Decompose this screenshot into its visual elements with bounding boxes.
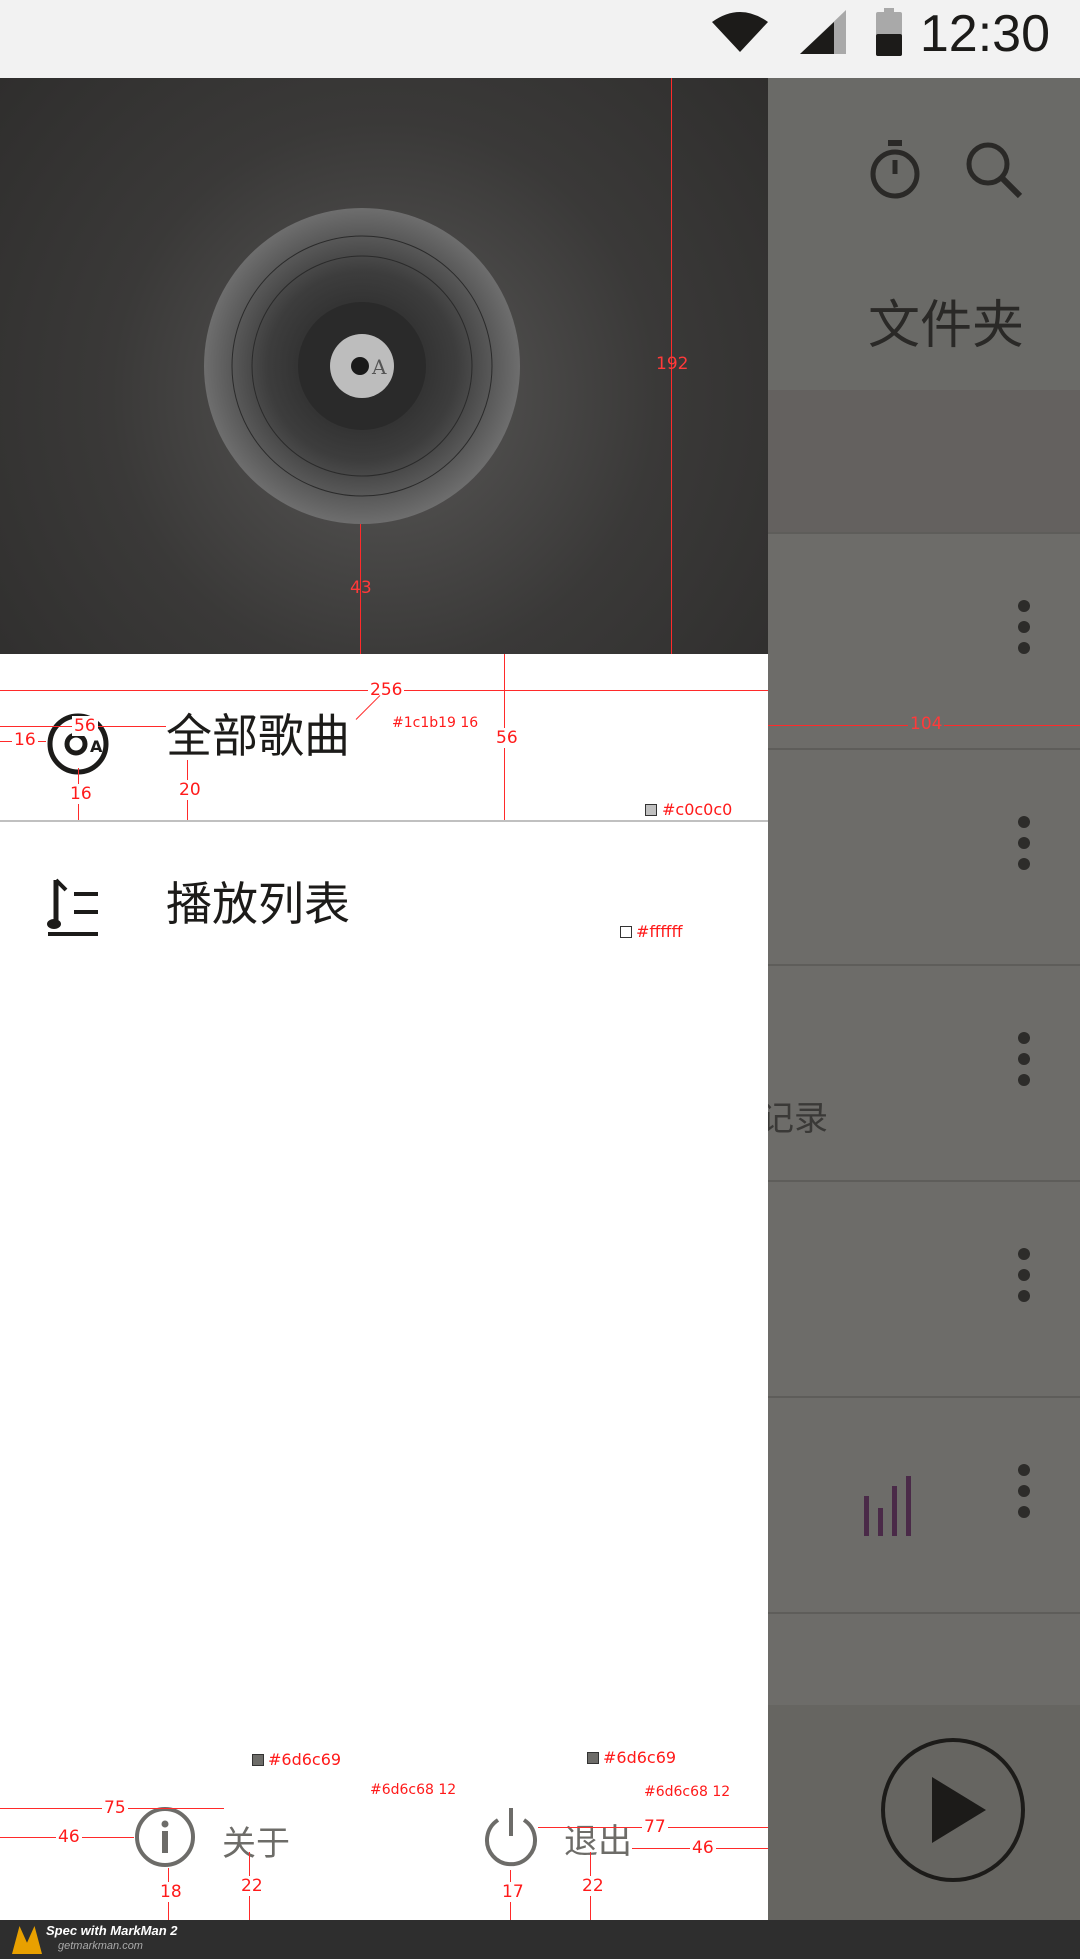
more-vert-icon[interactable] (1018, 816, 1030, 879)
spec-about-46: 46 (56, 1827, 82, 1847)
drawer-header: A 192 43 (0, 78, 768, 654)
spec-exit-icon-color: #6d6c69 (603, 1748, 677, 1767)
search-icon[interactable] (964, 140, 1024, 200)
exit-button[interactable]: 退出 (480, 1806, 660, 1882)
power-icon (485, 1808, 537, 1867)
background-list-row (768, 1612, 1080, 1707)
signal-icon (800, 10, 846, 54)
spec-exit-46: 46 (690, 1838, 716, 1858)
drawer-item-playlist[interactable]: 播放列表 (0, 822, 768, 988)
svg-text:A: A (371, 355, 387, 379)
spec-disc-offset: 43 (350, 578, 372, 598)
footer-brand: Spec with MarkMan 2 (46, 1923, 178, 1938)
svg-text:A: A (90, 737, 103, 756)
exit-label: 退出 (564, 1822, 632, 1862)
status-bar: 12:30 (0, 0, 1080, 78)
vinyl-disc-image: A (204, 208, 520, 524)
spec-swatch (587, 1752, 599, 1764)
wifi-icon (712, 12, 768, 52)
more-vert-icon[interactable] (1018, 1248, 1030, 1311)
timer-icon[interactable] (868, 140, 922, 200)
spec-exit-text-bottom: 22 (580, 1876, 606, 1896)
background-list-row (768, 1180, 1080, 1398)
spec-item-height: 56 (494, 728, 520, 748)
footer-url: getmarkman.com (58, 1940, 143, 1952)
background-app-header: 文件夹 (768, 78, 1080, 390)
play-icon[interactable] (880, 1737, 1026, 1883)
spec-scrim-width: 104 (908, 714, 945, 734)
spec-icon-bottom: 16 (68, 784, 94, 804)
spec-exit-icon-bottom: 17 (500, 1882, 526, 1902)
more-vert-icon[interactable] (1018, 1032, 1030, 1095)
battery-icon (876, 8, 902, 56)
background-section-title: 文件夹 (867, 296, 1024, 356)
drawer-item-label: 播放列表 (166, 877, 350, 931)
about-button[interactable]: 关于 (134, 1806, 314, 1882)
about-label: 关于 (222, 1824, 290, 1864)
background-app: 文件夹 记录 (760, 78, 1080, 1920)
background-row-text: 记录 (760, 1099, 828, 1139)
playlist-icon (47, 878, 98, 936)
spec-header-height: 192 (656, 354, 689, 374)
background-list-row: 记录 (760, 964, 1080, 1182)
spec-icon-width: 56 (72, 716, 98, 736)
spec-text-bottom: 20 (177, 780, 203, 800)
status-time: 12:30 (919, 5, 1050, 63)
more-vert-icon[interactable] (1018, 600, 1030, 663)
equalizer-icon (864, 1476, 911, 1536)
info-icon (135, 1807, 195, 1867)
markman-footer: Spec with MarkMan 2 getmarkman.com (0, 1920, 1080, 1959)
drawer-item-label: 全部歌曲 (166, 709, 350, 763)
spec-about-icon-color: #6d6c69 (268, 1750, 342, 1769)
spec-about-75: 75 (102, 1798, 128, 1818)
spec-bg-color: #ffffff (636, 922, 683, 941)
spec-swatch (620, 926, 632, 938)
background-list-row (768, 748, 1080, 966)
spec-about-text-bottom: 22 (239, 1876, 265, 1896)
background-tab-strip (768, 390, 1080, 532)
spec-left-pad: 16 (12, 730, 38, 750)
more-vert-icon[interactable] (1018, 1464, 1030, 1527)
spec-text-color: #1c1b19 16 (392, 715, 479, 731)
spec-about-icon-bottom: 18 (158, 1882, 184, 1902)
navigation-drawer: A 192 43 A 全部歌曲 播放列表 关于 退出 256 56 16 16 … (0, 78, 768, 1920)
spec-swatch (645, 804, 657, 816)
spec-divider-color: #c0c0c0 (662, 800, 733, 819)
spec-exit-77: 77 (642, 1817, 668, 1837)
drawer-item-all-songs[interactable]: A 全部歌曲 (0, 654, 768, 820)
background-list-row (768, 1396, 1080, 1614)
markman-logo-icon (12, 1926, 42, 1954)
background-player-bar (768, 1705, 1080, 1920)
spec-about-text-color: #6d6c68 12 (370, 1782, 457, 1798)
spec-drawer-width: 256 (368, 680, 405, 700)
spec-swatch (252, 1754, 264, 1766)
spec-exit-text-color: #6d6c68 12 (644, 1784, 731, 1800)
